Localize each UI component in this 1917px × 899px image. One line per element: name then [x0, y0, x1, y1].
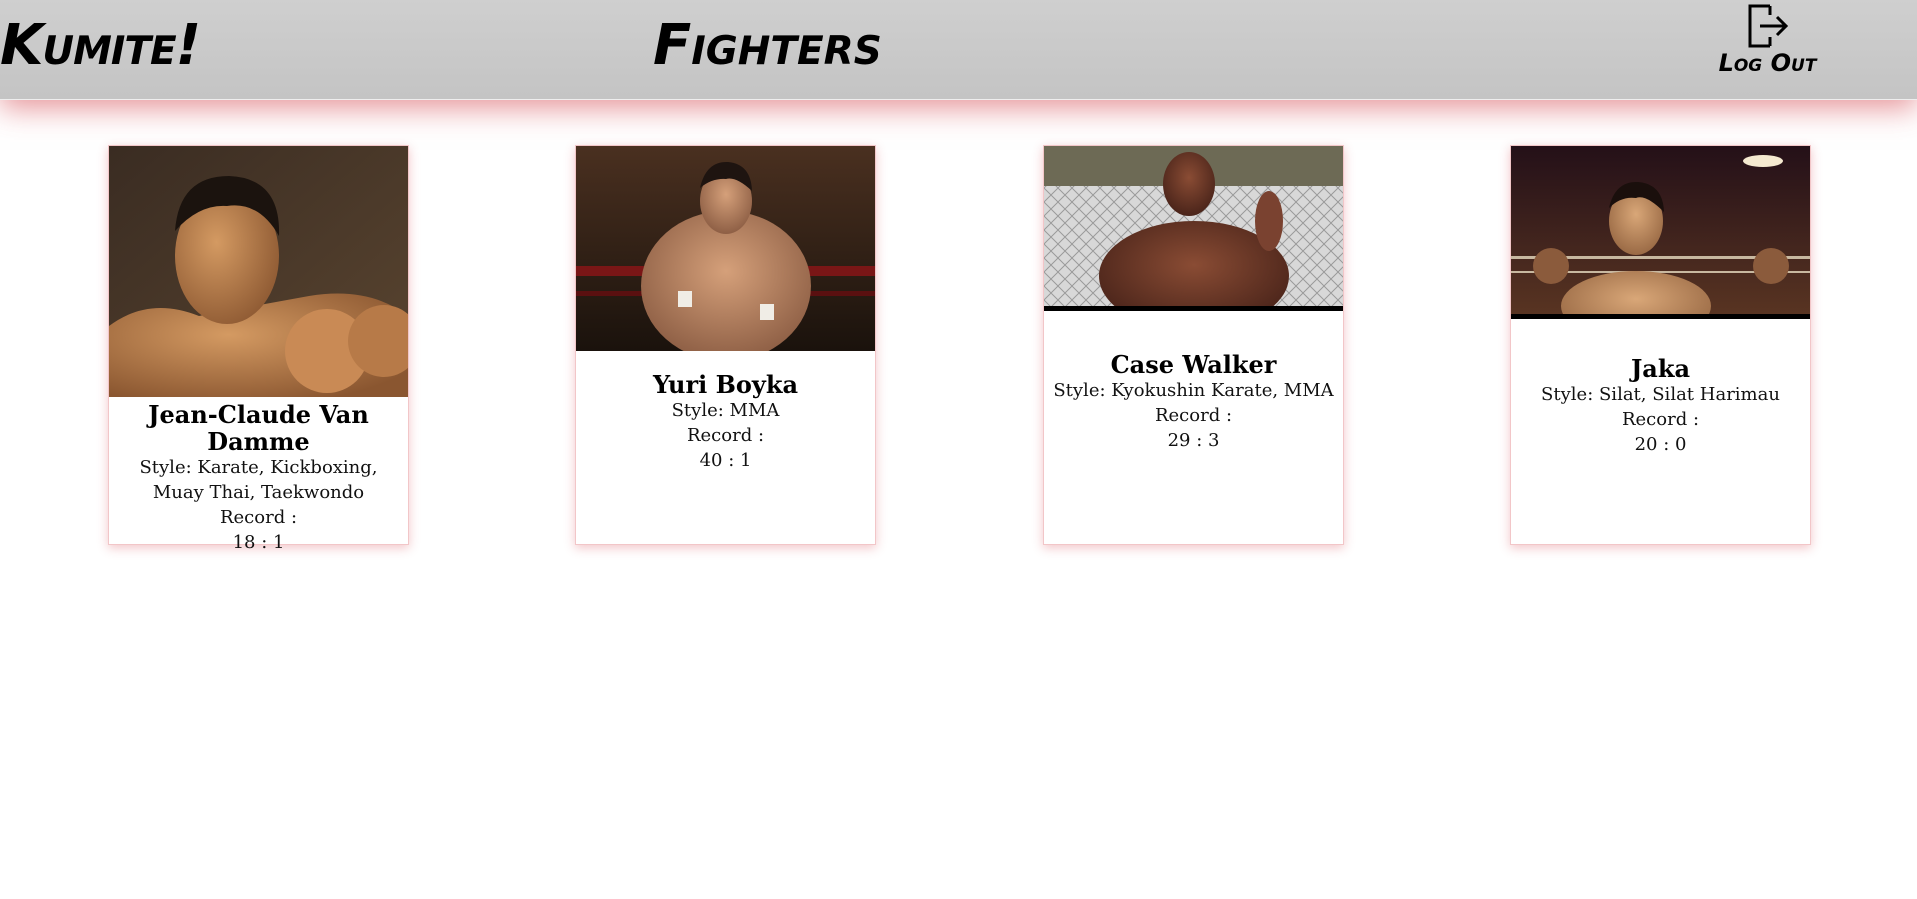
fighter-photo-image: [1511, 146, 1810, 319]
fighter-record-label: Record :: [1154, 405, 1233, 426]
fighter-record: 18 : 1: [232, 532, 285, 553]
fighter-photo-image: [109, 146, 408, 397]
top-header: Kumite! Fighters Log Out: [0, 0, 1917, 100]
app-brand[interactable]: Kumite!: [0, 14, 201, 78]
fighter-record-label: Record :: [1621, 409, 1700, 430]
fighter-photo-image: [1044, 146, 1343, 311]
fighter-style: Style: Karate, Kickboxing, Muay Thai, Ta…: [139, 457, 378, 503]
fighter-photo-image: [576, 146, 875, 351]
fighter-card[interactable]: Jaka Style: Silat, Silat Harimau Record …: [1510, 145, 1811, 545]
fighter-grid: Jean-Claude Van Damme Style: Karate, Kic…: [0, 145, 1917, 553]
fighter-name: Yuri Boyka: [652, 370, 799, 399]
logout-door-icon: [1748, 4, 1788, 48]
fighter-photo: [576, 146, 875, 351]
fighter-card[interactable]: Jean-Claude Van Damme Style: Karate, Kic…: [108, 145, 409, 553]
fighter-name: Jean-Claude Van Damme: [148, 400, 369, 456]
fighter-record: 40 : 1: [699, 450, 752, 471]
fighter-record-label: Record :: [219, 507, 298, 528]
fighter-record: 29 : 3: [1167, 430, 1220, 451]
logout-label: Log Out: [1718, 49, 1817, 77]
logout-button[interactable]: Log Out: [1705, 0, 1830, 90]
fighter-name: Jaka: [1630, 354, 1691, 383]
fighter-card[interactable]: Case Walker Style: Kyokushin Karate, MMA…: [1043, 145, 1344, 545]
fighter-record: 20 : 0: [1634, 434, 1687, 455]
fighter-photo: [1511, 146, 1810, 319]
fighter-record-label: Record :: [686, 425, 765, 446]
fighter-style: Style: Silat, Silat Harimau: [1541, 384, 1780, 405]
fighter-name: Case Walker: [1110, 350, 1277, 379]
fighter-photo: [1044, 146, 1343, 311]
fighter-style: Style: Kyokushin Karate, MMA: [1053, 380, 1334, 401]
page-title: Fighters: [653, 13, 882, 78]
fighter-card[interactable]: Yuri Boyka Style: MMA Record : 40 : 1: [575, 145, 876, 545]
fighter-style: Style: MMA: [671, 400, 780, 421]
fighter-photo: [109, 146, 408, 397]
